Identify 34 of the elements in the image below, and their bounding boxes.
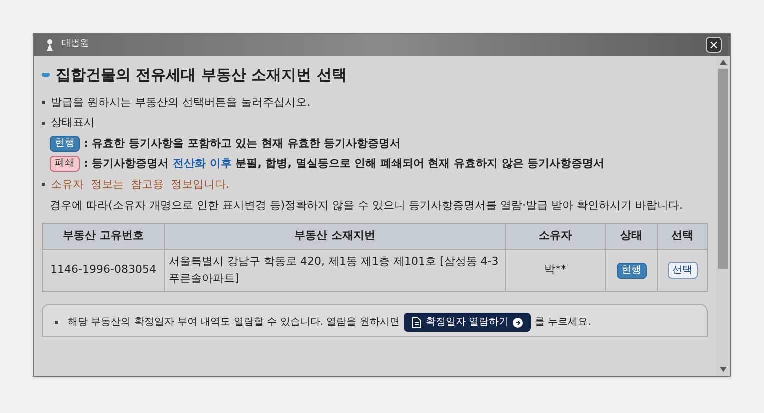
scroll-up-icon[interactable] — [720, 60, 726, 65]
heading-marker-icon — [42, 73, 50, 78]
arrow-circle-icon — [512, 318, 523, 328]
app-label: 대법원 — [62, 38, 89, 52]
legend-text: : 유효한 등기사항을 포함하고 있는 현재 유효한 등기사항증명서 — [84, 136, 402, 152]
table-cell: 서울특별시 강남구 학동로 420, 제1동 제1층 제101호 [삼성동 4-3 푸른솔아파트] — [164, 250, 506, 292]
column-header: 상태 — [606, 224, 658, 250]
footer-text: 해당 부동산의 확정일자 부여 내역도 열람할 수 있습니다. 열람을 원하시면 — [68, 316, 400, 330]
status-badge: 현행 — [616, 263, 646, 279]
column-header: 부동산 소재지번 — [164, 224, 506, 250]
bullet-icon — [42, 122, 45, 125]
close-button[interactable]: × — [706, 37, 722, 53]
column-header: 소유자 — [506, 224, 606, 250]
column-header: 부동산 고유번호 — [42, 224, 164, 250]
section-heading: 집합건물의 전유세대 부동산 소재지번 선택 — [56, 65, 347, 86]
select-button[interactable]: 선택 — [668, 262, 698, 279]
scroll-down-icon[interactable] — [720, 367, 726, 372]
table-cell: 박** — [506, 250, 606, 292]
bullet-icon — [42, 100, 45, 104]
owner-notice-title: 소유자 정보는 참고용 정보입니다. — [51, 176, 230, 192]
legend-text: : 등기사항증명서 전산화 이후 분필, 합병, 멸실등으로 인해 폐쇄되어 현재 유효하지 않은 등기사항증명서 — [84, 156, 605, 172]
table-cell: 1146-1996-083054 — [42, 250, 164, 292]
status-label: 상태표시 — [51, 115, 95, 131]
scroll-thumb[interactable] — [718, 69, 728, 269]
footer-text: 를 누르세요. — [534, 316, 592, 330]
bullet-icon — [42, 183, 45, 186]
owner-notice-text: 경우에 따라(소유자 개명으로 인한 표시변경 등)정확하지 않을 수 있으니 등기사항증명서를 열람·발급 받아 확인하시기 바랍니다. — [49, 198, 684, 214]
view-date-button[interactable]: 확정일자 열람하기 — [404, 313, 531, 332]
document-icon — [412, 316, 422, 328]
status-badge: 현행 — [50, 136, 80, 152]
intro-text: 발급을 원하시는 부동산의 선택버튼을 눌러주십시오. — [42, 94, 708, 111]
column-header: 선택 — [658, 224, 708, 250]
status-badge: 폐쇄 — [50, 156, 80, 172]
bullet-icon — [55, 321, 58, 324]
